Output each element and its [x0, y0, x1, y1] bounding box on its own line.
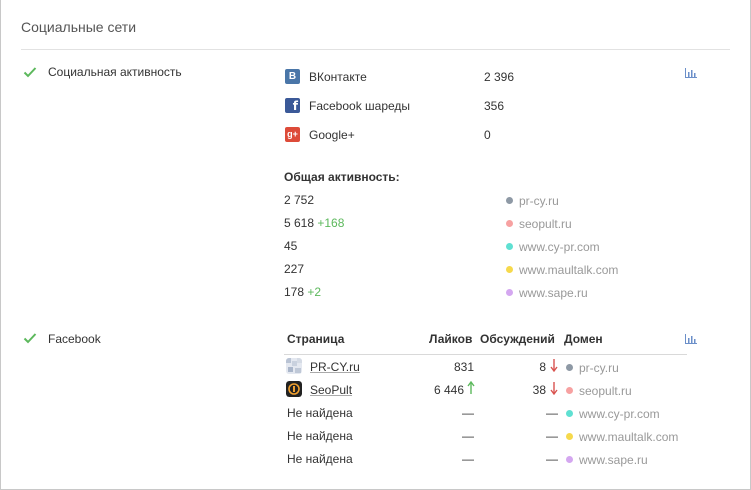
discussions-value: 8 [539, 360, 546, 374]
row-domain: pr-cy.ru [566, 361, 619, 375]
total-row: 227 [284, 262, 304, 276]
domain-dot [566, 433, 573, 440]
likes-value: 831 [453, 360, 474, 374]
bar-chart-icon[interactable] [685, 68, 697, 78]
page-link-seopult[interactable]: SeoPult [310, 383, 352, 397]
arrow-up-icon [467, 381, 475, 394]
total-value: 178 [284, 285, 305, 299]
network-name-facebook: Facebook шареды [309, 99, 411, 113]
domain-label: www.sape.ru [519, 286, 588, 300]
domain-dot [506, 220, 513, 227]
total-domain: www.cy-pr.com [506, 240, 600, 254]
network-name-vk: ВКонтакте [309, 70, 367, 84]
domain-dot [506, 197, 513, 204]
domain-label: pr-cy.ru [519, 194, 559, 208]
arrow-down-icon [550, 382, 558, 395]
section-divider [21, 49, 730, 50]
vk-icon: B [285, 69, 300, 84]
column-header-likes: Лайков [429, 332, 473, 346]
domain-label: www.maultalk.com [519, 263, 619, 277]
row-domain: www.maultalk.com [566, 430, 678, 444]
discussions-value: — [546, 429, 558, 443]
domain-label: seopult.ru [519, 217, 572, 231]
page-link-pr-cy[interactable]: PR-CY.ru [310, 360, 360, 374]
domain-dot [566, 364, 573, 371]
domain-label: www.sape.ru [579, 453, 648, 467]
row-domain: www.cy-pr.com [566, 407, 660, 421]
network-value-vk: 2 396 [484, 70, 515, 84]
total-delta: +2 [307, 285, 322, 299]
row-domain: www.sape.ru [566, 453, 648, 467]
table-header-divider [284, 354, 687, 355]
likes-value: — [462, 429, 474, 443]
column-header-domain: Домен [564, 332, 603, 346]
column-header-page: Страница [287, 332, 345, 346]
total-domain: www.sape.ru [506, 286, 588, 300]
likes-value: 6 446 [433, 383, 464, 397]
row-domain: seopult.ru [566, 384, 632, 398]
total-domain: pr-cy.ru [506, 194, 559, 208]
domain-label: www.cy-pr.com [579, 407, 660, 421]
network-value-facebook: 356 [484, 99, 505, 113]
network-name-google-plus: Google+ [309, 128, 355, 142]
total-activity-label: Общая активность: [284, 170, 400, 184]
column-header-discussions: Обсуждений [480, 332, 555, 346]
social-activity-label: Социальная активность [48, 65, 182, 79]
check-icon [23, 67, 37, 78]
arrow-down-icon [550, 359, 558, 372]
facebook-label: Facebook [48, 332, 101, 346]
total-domain: www.maultalk.com [506, 263, 618, 277]
total-row: 2 752 [284, 193, 314, 207]
page-not-found: Не найдена [287, 452, 353, 466]
discussions-value: — [546, 406, 558, 420]
discussions-value: 38 [532, 383, 546, 397]
domain-dot [506, 243, 513, 250]
facebook-icon: f [285, 98, 300, 113]
section-title: Социальные сети [21, 19, 137, 35]
pr-cy-avatar [286, 358, 302, 374]
domain-label: pr-cy.ru [579, 361, 619, 375]
total-value: 227 [284, 262, 305, 276]
discussions-value: — [546, 452, 558, 466]
domain-label: seopult.ru [579, 384, 632, 398]
total-row: 178 +2 [284, 285, 321, 299]
bar-chart-icon[interactable] [685, 334, 697, 344]
page-not-found: Не найдена [287, 406, 353, 420]
domain-dot [506, 266, 513, 273]
google-plus-icon: g+ [285, 127, 300, 142]
total-row: 5 618 +168 [284, 216, 344, 230]
likes-value: — [462, 452, 474, 466]
total-row: 45 [284, 239, 297, 253]
network-value-google-plus: 0 [484, 128, 491, 142]
domain-dot [506, 289, 513, 296]
total-value: 2 752 [284, 193, 315, 207]
total-value: 5 618 [284, 216, 315, 230]
check-icon [23, 333, 37, 344]
domain-dot [566, 387, 573, 394]
seopult-avatar [286, 381, 302, 397]
page-not-found: Не найдена [287, 429, 353, 443]
domain-dot [566, 410, 573, 417]
likes-value: — [462, 406, 474, 420]
domain-label: www.maultalk.com [579, 430, 679, 444]
total-delta: +168 [317, 216, 345, 230]
total-domain: seopult.ru [506, 217, 572, 231]
domain-label: www.cy-pr.com [519, 240, 600, 254]
domain-dot [566, 456, 573, 463]
total-value: 45 [284, 239, 298, 253]
